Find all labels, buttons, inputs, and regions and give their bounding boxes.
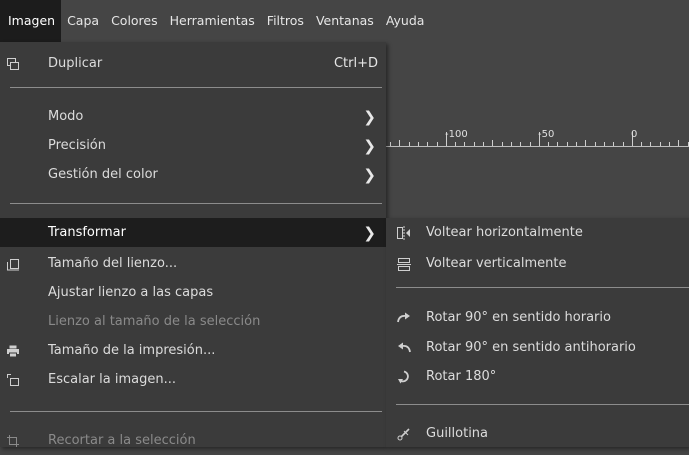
submenu-separator bbox=[396, 404, 689, 405]
flip-horizontal-icon bbox=[396, 225, 418, 240]
ruler-label: -100 bbox=[445, 129, 468, 140]
chevron-right-icon: ❯ bbox=[363, 223, 376, 242]
submenu-item-rotate-180[interactable]: Rotar 180° bbox=[386, 362, 689, 391]
duplicate-icon bbox=[6, 57, 28, 71]
menu-item-label: Modo bbox=[48, 109, 84, 124]
ruler-tick bbox=[427, 142, 429, 146]
ruler-tick bbox=[399, 140, 401, 146]
menu-separator bbox=[10, 203, 382, 204]
ruler-tick bbox=[520, 142, 522, 146]
ruler-tick bbox=[613, 142, 615, 146]
menu-item-mode[interactable]: Modo ❯ bbox=[0, 102, 386, 131]
menu-item-label: Lienzo al tamaño de la selección bbox=[48, 314, 261, 329]
submenu-item-rotate-cw[interactable]: Rotar 90° en sentido horario bbox=[386, 303, 689, 332]
ruler-tick bbox=[483, 142, 484, 146]
chevron-right-icon: ❯ bbox=[363, 165, 376, 184]
ruler-tick bbox=[576, 142, 577, 146]
menu-ayuda[interactable]: Ayuda bbox=[380, 0, 431, 42]
menu-item-print-size[interactable]: Tamaño de la impresión... bbox=[0, 336, 386, 365]
menu-colores[interactable]: Colores bbox=[105, 0, 164, 42]
menu-separator bbox=[10, 87, 382, 88]
menu-item-crop-to-selection[interactable]: Recortar a la selección bbox=[0, 426, 386, 455]
submenu-item-label: Guillotina bbox=[426, 426, 489, 441]
chevron-right-icon: ❯ bbox=[363, 136, 376, 155]
ruler-tick bbox=[585, 140, 587, 146]
menu-item-label: Tamaño de la impresión... bbox=[48, 343, 216, 358]
menu-item-precision[interactable]: Precisión ❯ bbox=[0, 131, 386, 160]
shortcut-label: Ctrl+D bbox=[333, 56, 378, 71]
ruler-tick bbox=[492, 140, 494, 146]
submenu-item-rotate-ccw[interactable]: Rotar 90° en sentido antihorario bbox=[386, 333, 689, 362]
ruler-tick bbox=[510, 142, 512, 146]
menu-item-label: Tamaño del lienzo... bbox=[48, 256, 178, 271]
submenu-item-label: Rotar 180° bbox=[426, 369, 497, 384]
menu-bar: Imagen Capa Colores Herramientas Filtros… bbox=[0, 0, 689, 42]
ruler-tick bbox=[417, 142, 419, 146]
ruler-tick bbox=[501, 142, 503, 146]
rotate-ccw-icon bbox=[396, 341, 418, 355]
submenu-item-label: Voltear verticalmente bbox=[426, 256, 567, 271]
scale-image-icon bbox=[6, 373, 28, 387]
ruler-tick bbox=[669, 142, 670, 146]
ruler-tick bbox=[622, 142, 624, 146]
horizontal-ruler[interactable]: -100 -50 0 bbox=[386, 124, 689, 147]
menu-item-scale-image[interactable]: Escalar la imagen... bbox=[0, 365, 386, 394]
menu-capa[interactable]: Capa bbox=[61, 0, 105, 42]
menu-item-canvas-size[interactable]: Tamaño del lienzo... bbox=[0, 249, 386, 278]
submenu-item-label: Rotar 90° en sentido antihorario bbox=[426, 340, 636, 355]
menu-item-label: Escalar la imagen... bbox=[48, 372, 176, 387]
ruler-tick bbox=[678, 140, 680, 146]
ruler-label: 0 bbox=[631, 129, 638, 140]
rotate-180-icon bbox=[396, 370, 418, 384]
submenu-item-flip-vertical[interactable]: Voltear verticalmente bbox=[386, 249, 689, 278]
ruler-tick bbox=[473, 142, 475, 146]
submenu-item-flip-horizontal[interactable]: Voltear horizontalmente bbox=[386, 218, 689, 247]
ruler-tick bbox=[529, 142, 531, 146]
submenu-item-label: Rotar 90° en sentido horario bbox=[426, 310, 611, 325]
ruler-label: -50 bbox=[538, 129, 555, 140]
menu-item-fit-canvas-to-layers[interactable]: Ajustar lienzo a las capas bbox=[0, 278, 386, 307]
flip-vertical-icon bbox=[396, 257, 418, 271]
menu-item-color-management[interactable]: Gestión del color ❯ bbox=[0, 160, 386, 189]
ruler-tick bbox=[464, 142, 466, 146]
ruler-tick bbox=[566, 142, 568, 146]
menu-filtros[interactable]: Filtros bbox=[261, 0, 310, 42]
menu-item-label: Precisión bbox=[48, 138, 107, 153]
ruler-tick bbox=[659, 142, 661, 146]
menu-imagen[interactable]: Imagen bbox=[0, 0, 62, 42]
submenu-item-guillotine[interactable]: Guillotina bbox=[386, 419, 689, 448]
ruler-tick bbox=[687, 142, 689, 146]
submenu-separator bbox=[396, 287, 689, 288]
image-menu: Duplicar Ctrl+D Modo ❯ Precisión ❯ Gesti… bbox=[0, 42, 386, 448]
transform-submenu: Voltear horizontalmente Voltear vertical… bbox=[386, 218, 689, 447]
ruler-tick bbox=[455, 142, 457, 146]
guillotine-icon bbox=[396, 427, 418, 441]
ruler-tick bbox=[548, 142, 550, 146]
ruler-tick bbox=[641, 142, 643, 146]
menu-item-canvas-to-selection[interactable]: Lienzo al tamaño de la selección bbox=[0, 307, 386, 336]
rotate-cw-icon bbox=[396, 311, 418, 325]
crop-icon bbox=[6, 434, 28, 448]
menu-ventanas[interactable]: Ventanas bbox=[310, 0, 380, 42]
menu-item-label: Recortar a la selección bbox=[48, 433, 196, 448]
ruler-tick bbox=[603, 142, 605, 146]
ruler-tick bbox=[390, 142, 391, 146]
menu-item-label: Gestión del color bbox=[48, 167, 158, 182]
ruler-tick bbox=[594, 142, 596, 146]
ruler-tick bbox=[436, 142, 438, 146]
ruler-tick bbox=[650, 142, 652, 146]
chevron-right-icon: ❯ bbox=[363, 107, 376, 126]
menu-item-duplicate[interactable]: Duplicar Ctrl+D bbox=[0, 49, 386, 78]
menu-item-transform[interactable]: Transformar ❯ bbox=[0, 218, 386, 247]
ruler-tick bbox=[557, 142, 559, 146]
menu-item-label: Duplicar bbox=[48, 56, 103, 71]
menu-herramientas[interactable]: Herramientas bbox=[164, 0, 261, 42]
menu-item-label: Ajustar lienzo a las capas bbox=[48, 285, 214, 300]
submenu-item-label: Voltear horizontalmente bbox=[426, 225, 583, 240]
menu-item-label: Transformar bbox=[48, 225, 126, 240]
printer-icon bbox=[6, 344, 28, 358]
menu-separator bbox=[10, 411, 382, 412]
canvas-size-icon bbox=[6, 257, 28, 271]
ruler-tick bbox=[408, 142, 410, 146]
